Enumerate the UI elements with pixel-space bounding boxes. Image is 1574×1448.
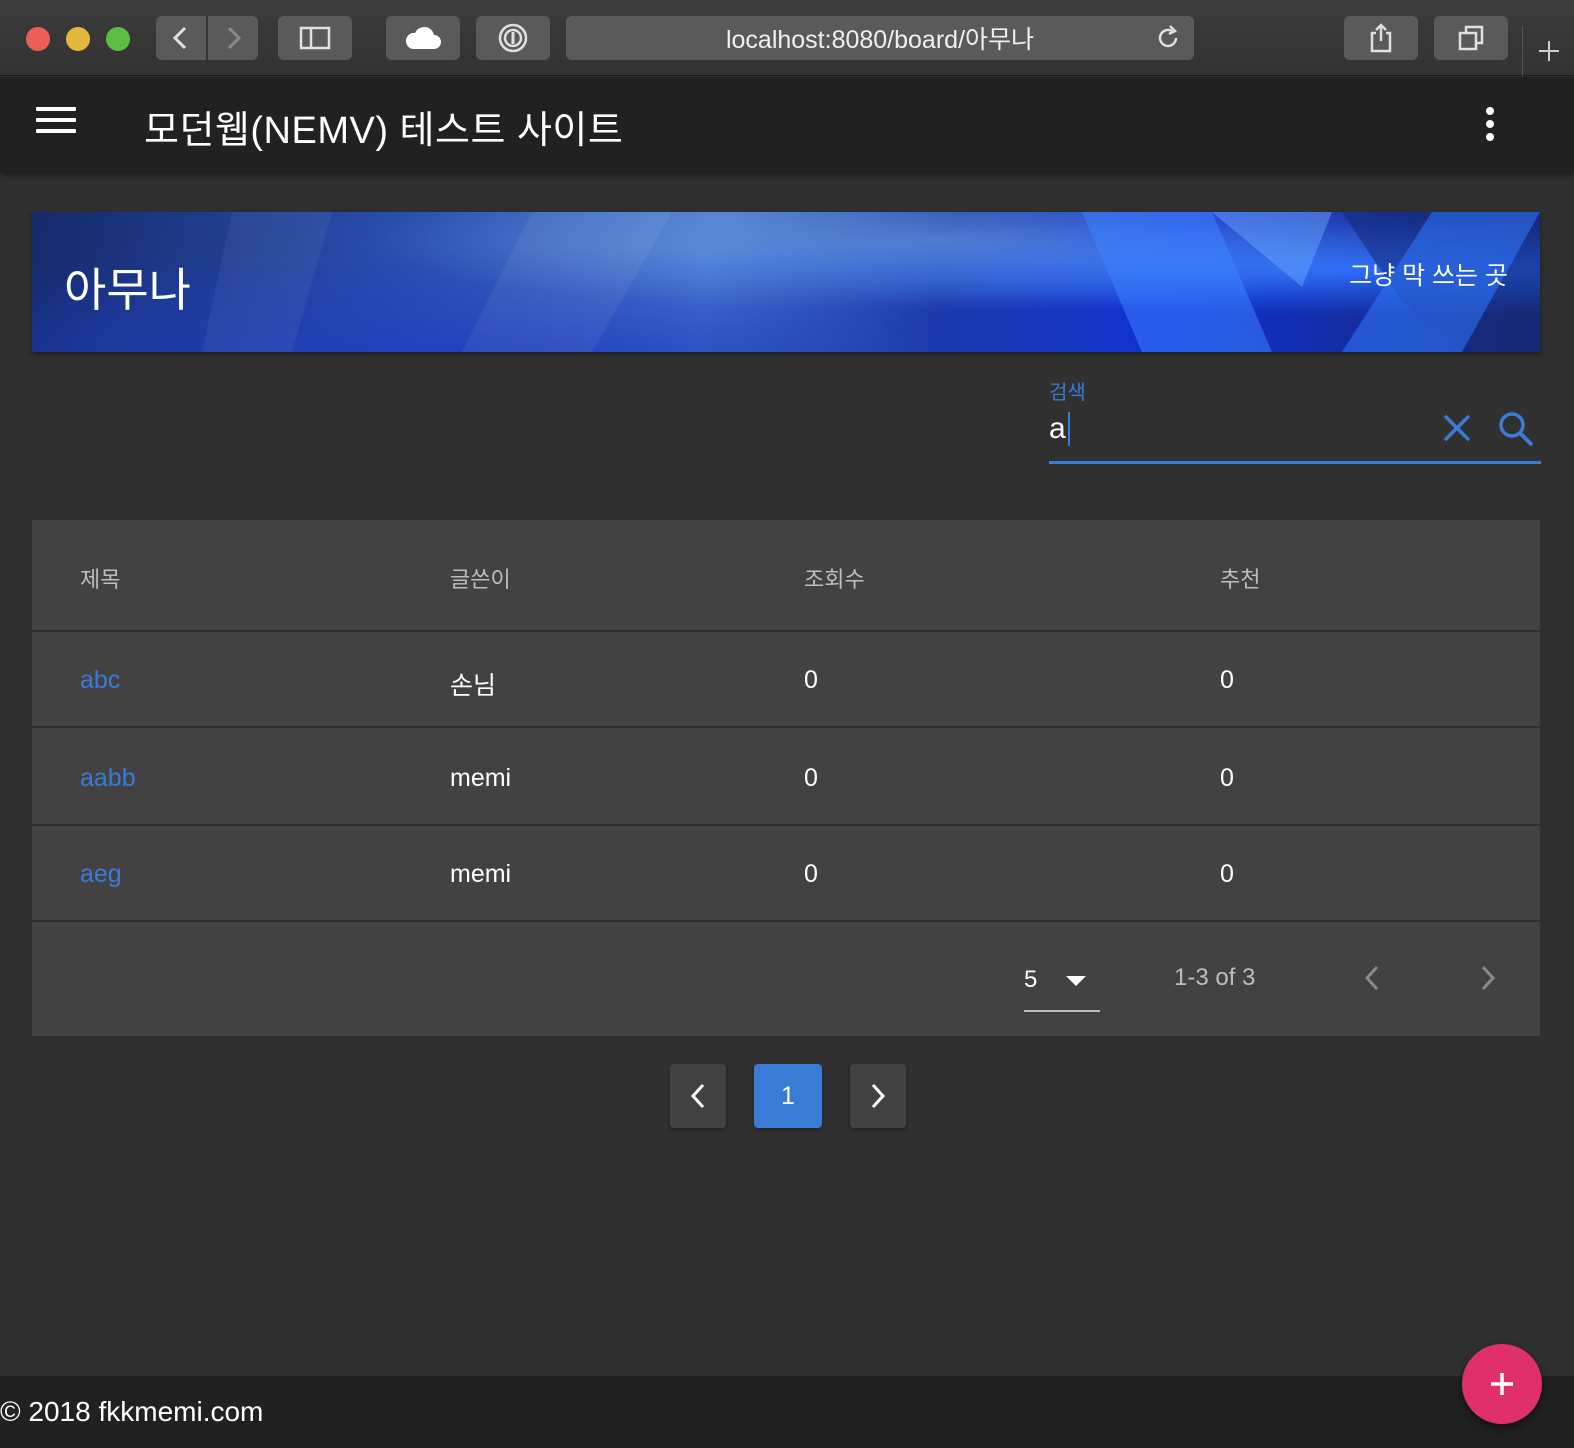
tabs-overview-button[interactable] <box>1434 16 1508 60</box>
search-input[interactable]: a <box>1049 402 1541 464</box>
header-views[interactable]: 조회수 <box>804 562 865 594</box>
password-icon <box>498 23 528 53</box>
post-likes: 0 <box>1220 666 1234 694</box>
post-author: memi <box>450 764 512 792</box>
forward-button[interactable] <box>208 16 258 60</box>
board-title: 아무나 <box>64 264 191 316</box>
password-manager-button[interactable] <box>476 16 550 60</box>
back-icon <box>172 26 187 50</box>
post-title-link[interactable]: aeg <box>80 860 122 889</box>
table-footer: 5 1-3 of 3 <box>32 920 1540 1036</box>
banner-decoration <box>202 212 1540 352</box>
search-input-value[interactable]: a <box>1049 412 1070 446</box>
rows-per-page-select[interactable]: 5 <box>1024 964 1100 1012</box>
more-vert-icon[interactable] <box>1484 107 1496 143</box>
post-views: 0 <box>804 764 818 792</box>
header-author[interactable]: 글쓴이 <box>450 562 511 594</box>
new-tab-icon <box>1538 41 1559 61</box>
post-author: 손님 <box>450 672 497 700</box>
posts-table: 제목 글쓴이 조회수 추천 abc 손님 0 0 aabb memi 0 0 a… <box>32 520 1540 1036</box>
next-page-icon[interactable] <box>1476 962 1500 994</box>
share-icon <box>1370 23 1392 53</box>
footer: © 2018 fkkmemi.com <box>0 1376 1574 1448</box>
icloud-button[interactable] <box>386 16 460 60</box>
zoom-window-button[interactable] <box>106 27 130 51</box>
table-row[interactable]: aeg memi 0 0 <box>32 826 1540 922</box>
table-row[interactable]: abc 손님 0 0 <box>32 632 1540 728</box>
post-title-link[interactable]: aabb <box>80 764 136 793</box>
forward-icon <box>227 26 242 50</box>
table-header: 제목 글쓴이 조회수 추천 <box>32 520 1540 632</box>
board-description: 그냥 막 쓰는 곳 <box>1349 262 1508 290</box>
arrow-drop-down-icon <box>1066 976 1086 986</box>
post-views: 0 <box>804 666 818 694</box>
share-button[interactable] <box>1344 16 1418 60</box>
board-banner: 아무나 그냥 막 쓰는 곳 <box>32 212 1540 352</box>
post-author: memi <box>450 860 512 888</box>
close-window-button[interactable] <box>26 27 50 51</box>
search-icon[interactable] <box>1497 410 1535 448</box>
plus-icon <box>1491 1373 1513 1395</box>
copyright-text: © 2018 fkkmemi.com <box>0 1396 264 1427</box>
add-post-button[interactable] <box>1462 1344 1542 1424</box>
app-title: 모던웹(NEMV) 테스트 사이트 <box>144 110 624 152</box>
post-likes: 0 <box>1220 764 1234 792</box>
post-title-link[interactable]: abc <box>80 666 120 695</box>
cloud-icon <box>405 26 441 49</box>
chevron-left-icon <box>690 1083 705 1109</box>
reload-icon[interactable] <box>1154 24 1182 52</box>
minimize-window-button[interactable] <box>66 27 90 51</box>
address-bar[interactable]: localhost:8080/board/아무나 <box>566 16 1194 60</box>
search-label: 검색 <box>1049 382 1086 404</box>
sidebar-icon <box>299 26 331 50</box>
pagination-page-button[interactable]: 1 <box>754 1064 822 1128</box>
back-button[interactable] <box>156 16 206 60</box>
post-views: 0 <box>804 860 818 888</box>
new-tab-button[interactable] <box>1522 26 1574 76</box>
header-title[interactable]: 제목 <box>80 562 120 594</box>
url-text: localhost:8080/board/아무나 <box>725 26 1035 54</box>
prev-page-icon[interactable] <box>1360 962 1384 994</box>
pagination-prev-button[interactable] <box>670 1064 726 1128</box>
rows-per-page-value: 5 <box>1024 966 1038 993</box>
chevron-right-icon <box>871 1083 886 1109</box>
post-likes: 0 <box>1220 860 1234 888</box>
header-likes[interactable]: 추천 <box>1220 562 1260 594</box>
tabs-icon <box>1458 25 1484 51</box>
menu-icon[interactable] <box>36 107 76 143</box>
sidebar-button[interactable] <box>278 16 352 60</box>
page-range-text: 1-3 of 3 <box>1174 964 1256 991</box>
table-row[interactable]: aabb memi 0 0 <box>32 730 1540 826</box>
clear-icon[interactable] <box>1441 412 1473 444</box>
browser-toolbar: localhost:8080/board/아무나 <box>0 0 1574 76</box>
app-toolbar: 모던웹(NEMV) 테스트 사이트 <box>0 77 1574 173</box>
pagination-next-button[interactable] <box>850 1064 906 1128</box>
